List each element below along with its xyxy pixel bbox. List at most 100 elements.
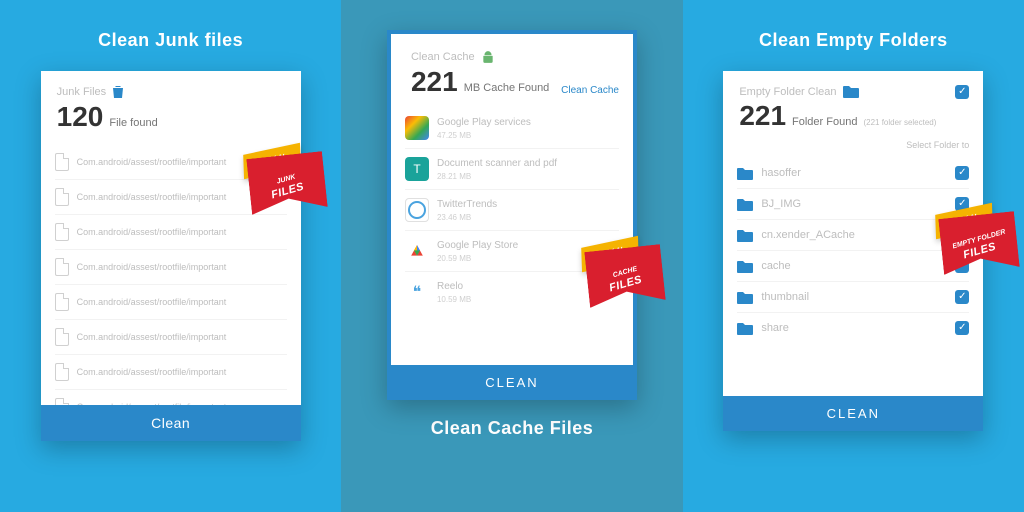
- folder-checkbox[interactable]: ✓: [955, 166, 969, 180]
- list-item[interactable]: ❝ Reelo 10.59 MB: [405, 272, 619, 312]
- panel-title-cache: Clean Cache Files: [431, 418, 594, 439]
- folder-checkbox[interactable]: ✓: [955, 290, 969, 304]
- list-item[interactable]: thumbnail ✓: [737, 282, 969, 313]
- file-path: Com.android/assest/rootfile/important: [77, 297, 287, 307]
- app-icon: [405, 116, 429, 140]
- cache-header: Clean Cache 221 MB Cache Found Clean Cac…: [391, 34, 633, 104]
- clean-button-folder[interactable]: CLEAN: [723, 396, 983, 431]
- cache-card: CLEAN CACHEFILES Clean Cache 221 MB Cach…: [387, 30, 637, 400]
- app-icon: [405, 239, 429, 263]
- folder-icon: [737, 229, 753, 242]
- file-path: Com.android/assest/rootfile/important: [77, 157, 287, 167]
- list-item[interactable]: Com.android/assest/rootfile/important: [55, 145, 287, 180]
- app-name: TwitterTrends: [437, 198, 619, 211]
- panel-title-folder: Clean Empty Folders: [759, 30, 948, 51]
- select-all-checkbox[interactable]: ✓: [955, 85, 969, 99]
- folder-name: cn.xender_ACache: [761, 229, 947, 241]
- app-icon: T: [405, 157, 429, 181]
- file-icon: [55, 293, 69, 311]
- file-icon: [55, 223, 69, 241]
- file-path: Com.android/assest/rootfile/important: [77, 227, 287, 237]
- file-icon: [55, 398, 69, 405]
- folder-name: hasoffer: [761, 167, 947, 179]
- app-name: Document scanner and pdf: [437, 157, 619, 170]
- folder-checkbox[interactable]: ✓: [955, 259, 969, 273]
- folder-header: ✓ Empty Folder Clean 221 Folder Found (2…: [723, 71, 983, 140]
- junk-count: 120: [57, 103, 104, 131]
- list-item[interactable]: T Document scanner and pdf 28.21 MB: [405, 149, 619, 190]
- panel-junk: Clean Junk files CLEAN JUNKFILES Junk Fi…: [0, 0, 341, 512]
- android-icon: [481, 50, 495, 64]
- app-icon: [405, 198, 429, 222]
- file-icon: [55, 328, 69, 346]
- folder-name: cache: [761, 260, 947, 272]
- list-item[interactable]: cache ✓: [737, 251, 969, 282]
- folder-name: thumbnail: [761, 291, 947, 303]
- cache-list: Google Play services 47.25 MB T Document sc…: [391, 104, 633, 365]
- file-icon: [55, 258, 69, 276]
- list-item[interactable]: Com.android/assest/rootfile/important: [55, 180, 287, 215]
- junk-count-suffix: File found: [109, 117, 157, 129]
- clean-button-junk[interactable]: Clean: [41, 405, 301, 441]
- app-name: Reelo: [437, 280, 619, 293]
- file-path: Com.android/assest/rootfile/important: [77, 332, 287, 342]
- app-name: Google Play services: [437, 116, 619, 129]
- folder-icon: [737, 198, 753, 211]
- folder-checkbox[interactable]: ✓: [955, 228, 969, 242]
- list-item[interactable]: TwitterTrends 23.46 MB: [405, 190, 619, 231]
- app-size: 23.46 MB: [437, 213, 619, 222]
- panel-cache: CLEAN CACHEFILES Clean Cache 221 MB Cach…: [341, 0, 682, 512]
- list-item[interactable]: Google Play Store 20.59 MB: [405, 231, 619, 272]
- folder-count: 221: [739, 102, 786, 130]
- list-item[interactable]: Com.android/assest/rootfile/important: [55, 320, 287, 355]
- folder-icon: [843, 85, 859, 98]
- cache-subtitle: Clean Cache: [411, 50, 613, 64]
- app-size: 10.59 MB: [437, 295, 619, 304]
- select-folder-hint: Select Folder to: [723, 140, 983, 154]
- folder-subtitle: Empty Folder Clean: [739, 85, 967, 98]
- app-size: 47.25 MB: [437, 131, 619, 140]
- folder-count-suffix: Folder Found: [792, 116, 857, 128]
- cache-count-suffix: MB Cache Found: [464, 82, 550, 94]
- list-item[interactable]: Com.android/assest/rootfile/important: [55, 285, 287, 320]
- app-icon: ❝: [405, 280, 429, 304]
- folder-card: CLEAN EMPTY FOLDERFILES ✓ Empty Folder C…: [723, 71, 983, 431]
- junk-header: Junk Files 120 File found: [41, 71, 301, 141]
- list-item[interactable]: Com.android/assest/rootfile/important: [55, 250, 287, 285]
- folder-checkbox[interactable]: ✓: [955, 197, 969, 211]
- junk-list: Com.android/assest/rootfile/important Com…: [41, 141, 301, 405]
- file-path: Com.android/assest/rootfile/important: [77, 192, 287, 202]
- cache-count: 221: [411, 68, 458, 96]
- file-path: Com.android/assest/rootfile/important: [77, 262, 287, 272]
- folder-name: BJ_IMG: [761, 198, 947, 210]
- file-path: Com.android/assest/rootfile/important: [77, 367, 287, 377]
- app-size: 28.21 MB: [437, 172, 619, 181]
- folder-icon: [737, 167, 753, 180]
- folder-icon: [737, 260, 753, 273]
- trash-icon: [112, 85, 124, 99]
- folder-name: share: [761, 322, 947, 334]
- folder-icon: [737, 322, 753, 335]
- folder-selected-note: (221 folder selected): [863, 118, 936, 127]
- junk-subtitle: Junk Files: [57, 85, 285, 99]
- app-name: Google Play Store: [437, 239, 619, 252]
- list-item[interactable]: cn.xender_ACache ✓: [737, 220, 969, 251]
- list-item[interactable]: Com.android/assest/rootfile/important: [55, 215, 287, 250]
- file-icon: [55, 363, 69, 381]
- list-item[interactable]: Google Play services 47.25 MB: [405, 108, 619, 149]
- app-size: 20.59 MB: [437, 254, 619, 263]
- file-icon: [55, 188, 69, 206]
- list-item[interactable]: share ✓: [737, 313, 969, 343]
- folder-list: hasoffer✓BJ_IMG✓cn.xender_ACache✓cache✓t…: [723, 154, 983, 396]
- panel-folder: Clean Empty Folders CLEAN EMPTY FOLDERFI…: [683, 0, 1024, 512]
- folder-checkbox[interactable]: ✓: [955, 321, 969, 335]
- list-item[interactable]: Com.android/assest/rootfile/important: [55, 390, 287, 405]
- clean-button-cache[interactable]: CLEAN: [391, 365, 633, 400]
- list-item[interactable]: hasoffer ✓: [737, 158, 969, 189]
- list-item[interactable]: Com.android/assest/rootfile/important: [55, 355, 287, 390]
- clean-cache-link[interactable]: Clean Cache: [561, 85, 619, 96]
- folder-icon: [737, 291, 753, 304]
- file-icon: [55, 153, 69, 171]
- junk-card: CLEAN JUNKFILES Junk Files 120 File foun…: [41, 71, 301, 441]
- list-item[interactable]: BJ_IMG ✓: [737, 189, 969, 220]
